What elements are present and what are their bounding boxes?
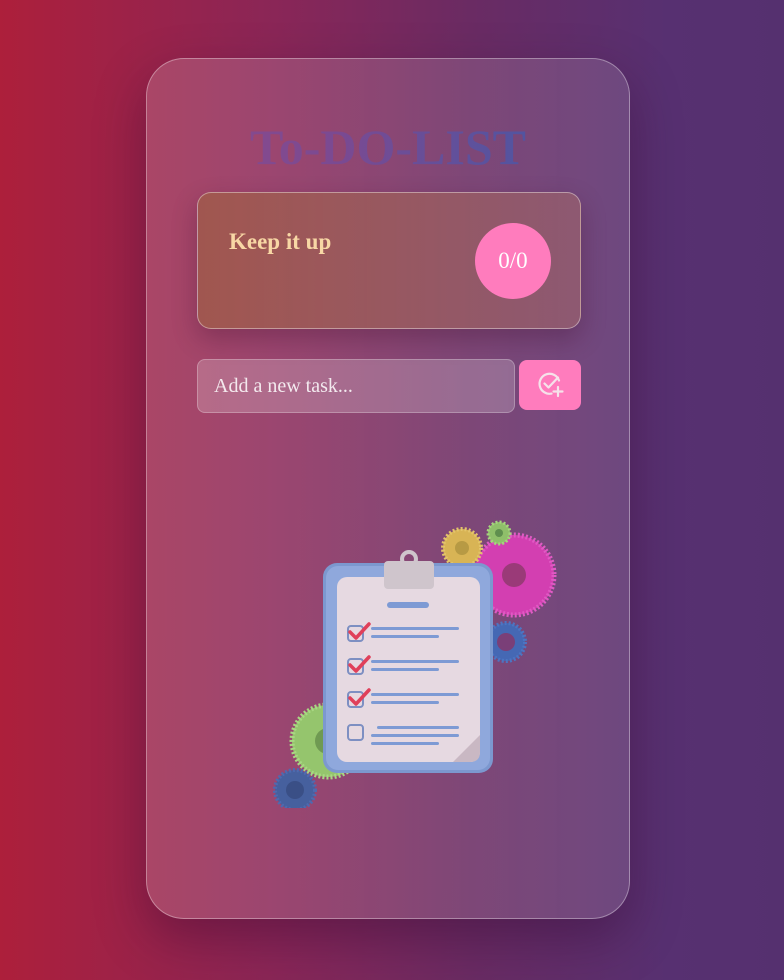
check-circle-plus-icon: [535, 369, 565, 402]
stats-panel: Keep it up 0/0: [197, 192, 581, 329]
todo-card: To-DO-LIST Keep it up 0/0: [146, 58, 630, 919]
gear-icon: [486, 520, 512, 546]
clipboard-illustration: [273, 513, 563, 812]
add-task-button[interactable]: [519, 360, 581, 410]
new-task-input[interactable]: [197, 359, 515, 413]
gear-icon: [441, 527, 483, 569]
gear-icon: [273, 768, 317, 812]
progress-counter: 0/0: [475, 223, 551, 299]
stats-message: Keep it up: [229, 229, 332, 254]
page-title: To-DO-LIST: [147, 117, 629, 177]
